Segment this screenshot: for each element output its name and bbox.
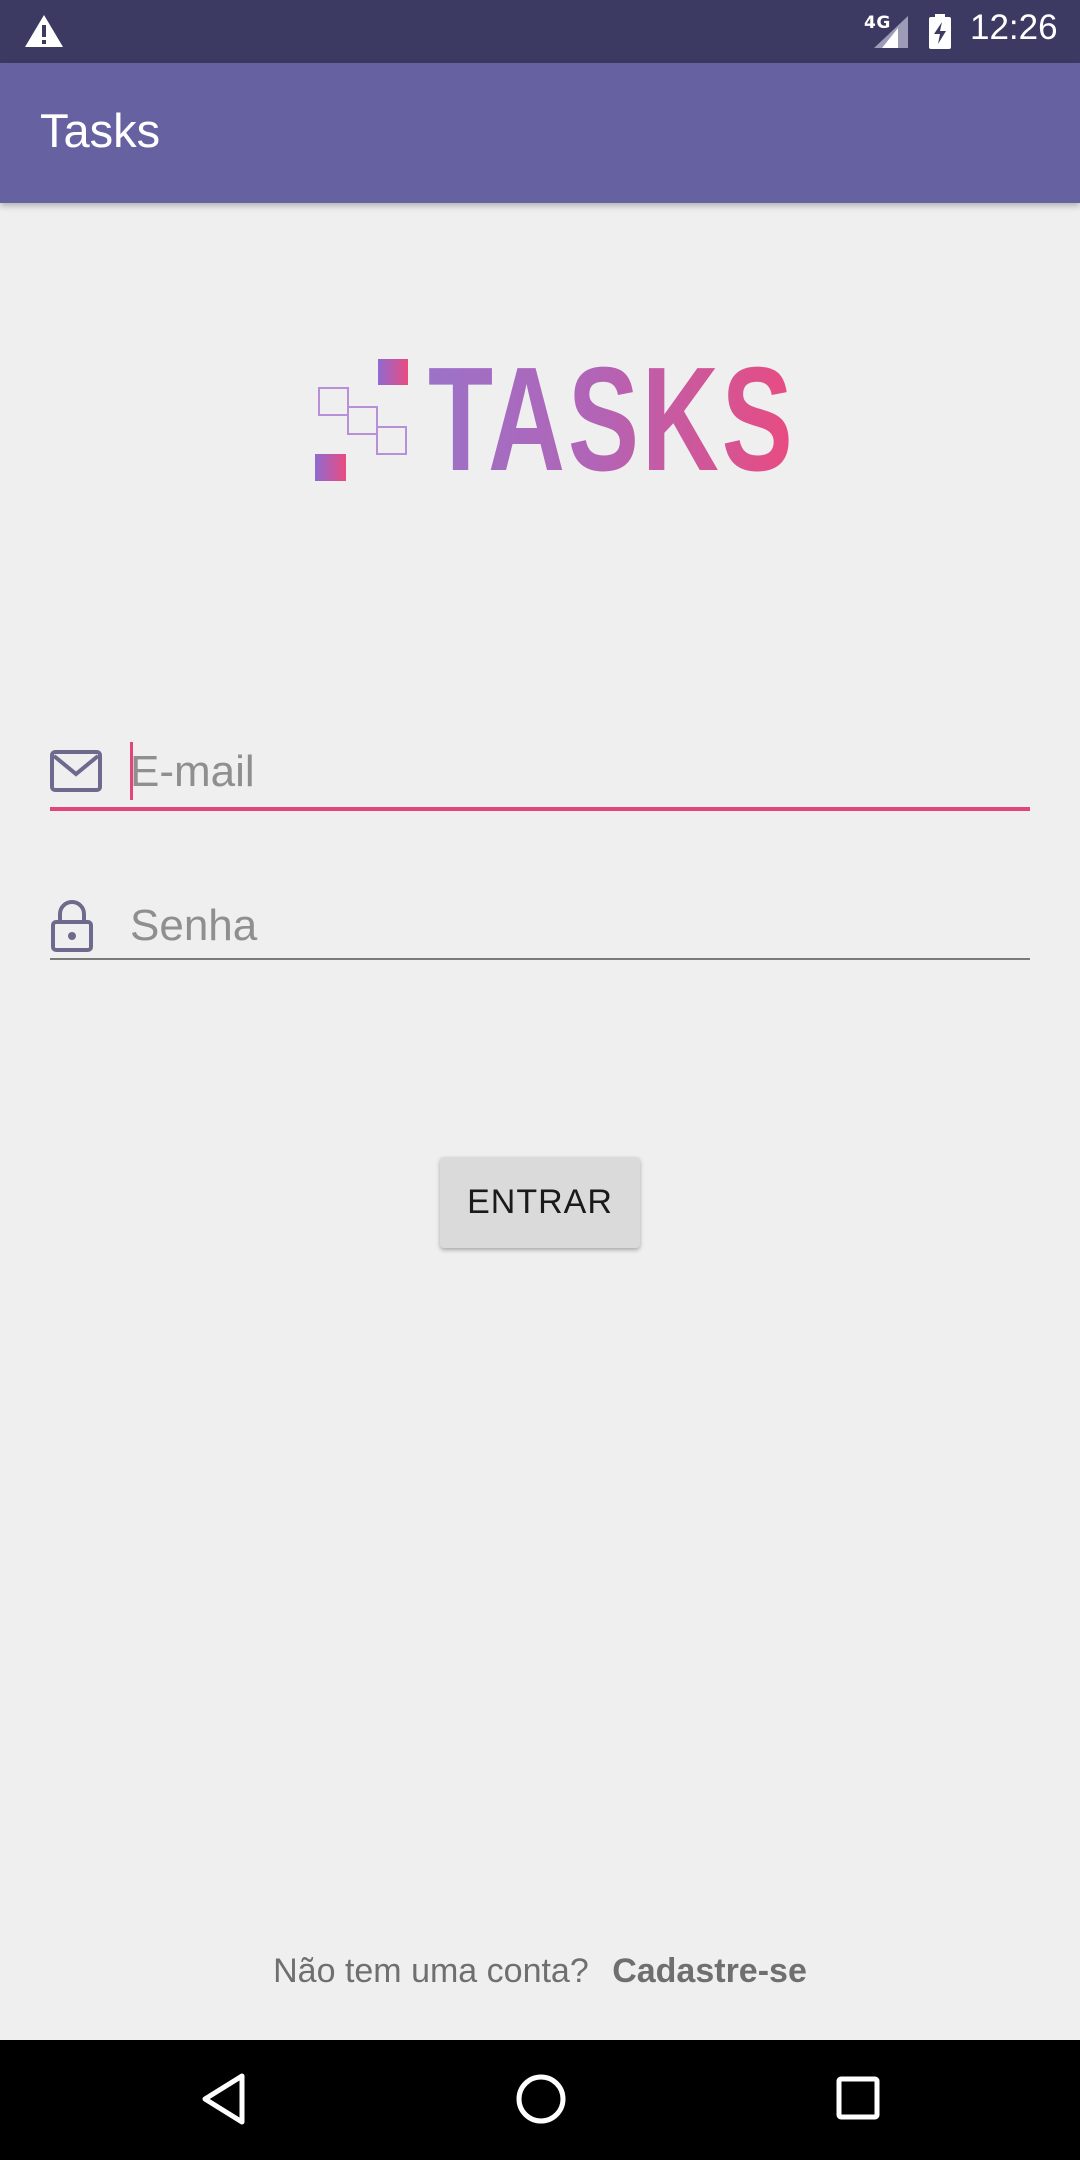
enter-button[interactable]: ENTRAR	[440, 1157, 640, 1248]
warning-icon	[24, 14, 64, 52]
signup-prompt: Não tem uma conta?	[273, 1952, 589, 1990]
status-clock: 12:26	[970, 8, 1058, 47]
signup-row: Não tem uma conta? Cadastre-se	[0, 1952, 1080, 1991]
mail-icon	[50, 750, 102, 796]
password-field	[50, 876, 1030, 986]
password-input[interactable]	[130, 876, 1020, 976]
signup-link[interactable]: Cadastre-se	[612, 1952, 807, 1990]
recents-icon[interactable]	[834, 2072, 882, 2130]
logo-squares-graphic	[315, 359, 408, 481]
email-underline	[50, 807, 1030, 811]
app-bar: Tasks	[0, 63, 1080, 203]
lock-icon	[50, 900, 94, 956]
tasks-logo: TASKS	[310, 346, 793, 494]
logo-wordmark: TASKS	[428, 337, 796, 502]
text-cursor	[130, 742, 133, 800]
password-underline	[50, 958, 1030, 960]
battery-charging-icon	[928, 14, 952, 54]
email-field	[50, 722, 1030, 832]
back-icon[interactable]	[200, 2072, 248, 2130]
home-icon[interactable]	[514, 2072, 568, 2130]
signal-icon	[872, 16, 910, 54]
system-nav-bar	[0, 2040, 1080, 2160]
status-bar: 4G 12:26	[0, 0, 1080, 63]
app-title: Tasks	[40, 104, 161, 157]
